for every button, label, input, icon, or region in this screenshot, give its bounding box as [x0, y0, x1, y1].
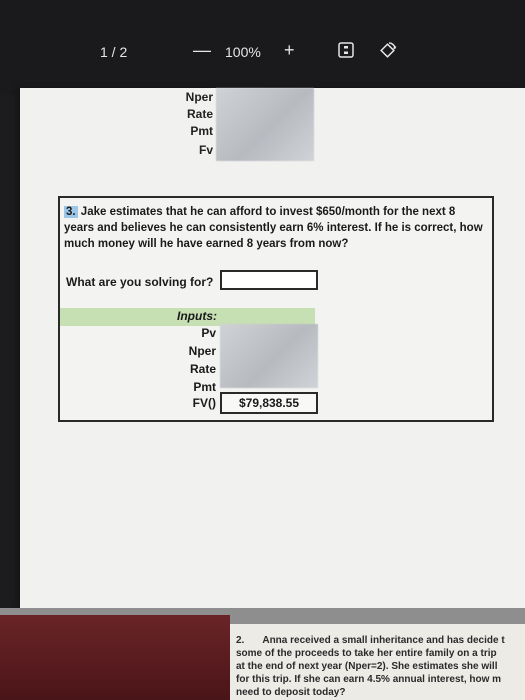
viewer-toolbar: 1 / 2 — 100% + — [0, 0, 525, 95]
question-number: 3. — [64, 206, 78, 218]
document-page-2: 2. Anna received a small inheritance and … — [230, 624, 525, 700]
label-pmt: Pmt — [190, 124, 213, 138]
question-2-text: 2. Anna received a small inheritance and … — [236, 634, 525, 699]
document-page: Nper Rate Pmt Fv 3. Jake estimates that … — [20, 88, 525, 608]
q2-line-2: some of the proceeds to take her entire … — [236, 648, 497, 659]
inputs-label: Inputs: — [177, 309, 217, 323]
question-2-number: 2. — [236, 635, 245, 646]
page-indicator: 1 / 2 — [100, 44, 128, 60]
fv-result-cell: $79,838.55 — [220, 392, 318, 414]
q2-line-5: need to deposit today? — [236, 687, 346, 698]
question-body: Jake estimates that he can afford to inv… — [64, 206, 483, 250]
rotate-icon[interactable] — [378, 40, 398, 60]
question-3-text: 3. Jake estimates that he can afford to … — [64, 204, 484, 252]
q2-line-1: Anna received a small inheritance and ha… — [262, 635, 505, 646]
label-fv: Fv — [198, 143, 213, 157]
question-3-box: 3. Jake estimates that he can afford to … — [58, 196, 494, 422]
input-label-rate: Rate — [189, 362, 216, 376]
redacted-values — [216, 88, 314, 161]
q2-line-4: for this trip. If she can earn 4.5% annu… — [236, 674, 502, 685]
label-rate: Rate — [186, 107, 213, 121]
redacted-inputs — [220, 324, 318, 388]
input-label-pmt: Pmt — [193, 380, 216, 394]
solving-for-label: What are you solving for? — [66, 275, 214, 289]
background-object — [0, 615, 230, 700]
zoom-level: 100% — [225, 44, 261, 60]
q2-line-3: at the end of next year (Nper=2). She es… — [236, 661, 498, 672]
label-nper: Nper — [185, 90, 213, 104]
input-label-pv: Pv — [201, 326, 216, 340]
input-label-fv: FV() — [192, 396, 216, 410]
input-label-nper: Nper — [188, 344, 216, 358]
zoom-in-button[interactable]: + — [284, 40, 295, 61]
fit-page-icon[interactable] — [338, 42, 354, 58]
solving-for-input[interactable] — [220, 270, 318, 290]
zoom-out-button[interactable]: — — [193, 40, 211, 61]
